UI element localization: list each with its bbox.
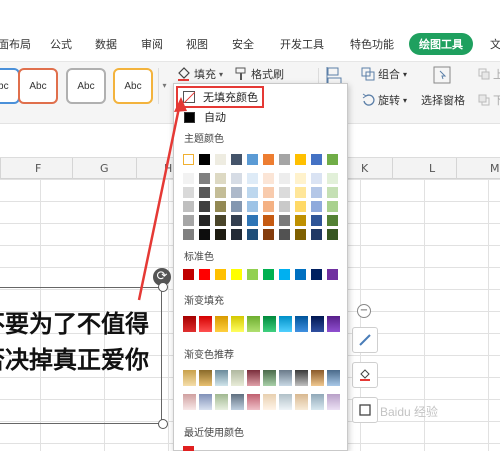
annotation-arrow-icon (137, 97, 187, 301)
watermark: Baidu 经验 (380, 405, 439, 419)
spreadsheet-app: 面布局 公式 数据 审阅 视图 安全 开发工具 特色功能 绘图工具 文 Abc … (0, 0, 500, 451)
